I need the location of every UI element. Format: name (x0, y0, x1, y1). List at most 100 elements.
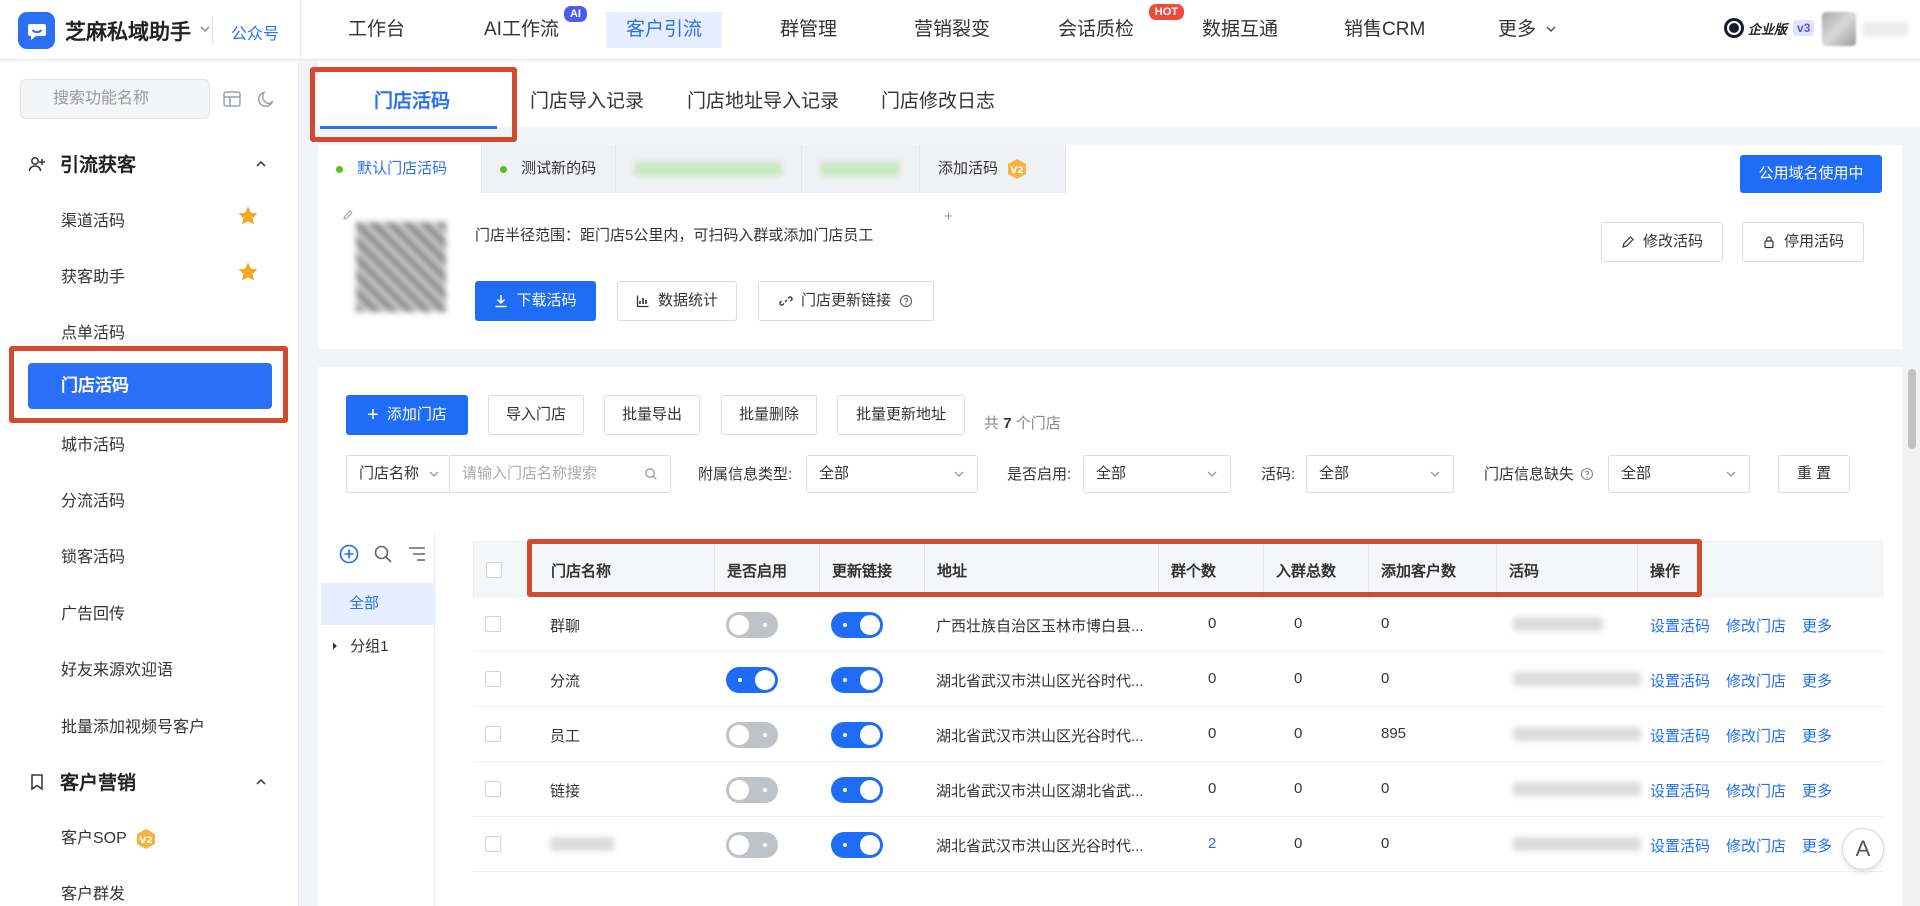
row-checkbox[interactable] (485, 726, 501, 742)
nav-marketing-fission[interactable]: 营销裂变 (894, 12, 1010, 48)
store-update-link-button[interactable]: 门店更新链接 (758, 281, 934, 321)
sidebar-item-welcome-message[interactable]: 好友来源欢迎语 (61, 656, 173, 680)
gzh-link[interactable]: 公众号 (231, 20, 279, 44)
attach-type-select[interactable]: 全部 (806, 455, 978, 493)
enabled-toggle[interactable] (726, 722, 778, 748)
enterprise-badge[interactable]: 企业版 v3 (1724, 18, 1815, 38)
tab-store-code[interactable]: 门店活码 (374, 86, 450, 113)
nav-session-qa[interactable]: 会话质检 HOT (1038, 4, 1185, 48)
more-link[interactable]: 更多 (1802, 780, 1832, 801)
add-code-tab[interactable]: 添加活码 V2 + (920, 145, 1066, 225)
import-store-button[interactable]: 导入门店 (488, 395, 584, 435)
code-tab-blurred[interactable] (616, 145, 802, 193)
update-link-toggle[interactable] (831, 722, 883, 748)
row-checkbox[interactable] (485, 781, 501, 797)
star-icon[interactable] (236, 260, 260, 284)
set-code-link[interactable]: 设置活码 (1650, 835, 1710, 856)
sidebar-item-order-code[interactable]: 点单活码 (61, 319, 125, 343)
modify-store-link[interactable]: 修改门店 (1726, 780, 1786, 801)
search-icon[interactable] (372, 543, 394, 565)
store-name-search-input[interactable]: 请输入门店名称搜索 (449, 455, 671, 493)
enabled-toggle[interactable] (726, 832, 778, 858)
row-checkbox[interactable] (485, 671, 501, 687)
data-stats-button[interactable]: 数据统计 (617, 281, 737, 321)
modify-store-link[interactable]: 修改门店 (1726, 670, 1786, 691)
disable-code-button[interactable]: 停用活码 (1742, 222, 1864, 262)
row-checkbox[interactable] (485, 836, 501, 852)
chevron-up-icon[interactable] (254, 775, 268, 789)
help-icon[interactable] (899, 294, 913, 308)
update-link-toggle[interactable] (831, 667, 883, 693)
star-icon[interactable] (236, 204, 260, 228)
code-tab-default[interactable]: 默认门店活码 (318, 145, 482, 220)
tree-item-all[interactable]: 全部 (321, 583, 435, 625)
search-field-select[interactable]: 门店名称 (346, 455, 448, 493)
update-link-toggle[interactable] (831, 832, 883, 858)
enabled-select[interactable]: 全部 (1083, 455, 1231, 493)
enabled-toggle[interactable] (726, 612, 778, 638)
code-select[interactable]: 全部 (1306, 455, 1454, 493)
more-link[interactable]: 更多 (1802, 725, 1832, 746)
modify-code-button[interactable]: 修改活码 (1601, 222, 1723, 262)
page-scrollbar[interactable] (1904, 367, 1920, 906)
more-link[interactable]: 更多 (1802, 835, 1832, 856)
tab-store-modify-log[interactable]: 门店修改日志 (881, 86, 995, 113)
tree-item-group1[interactable]: 分组1 (330, 635, 389, 656)
sidebar-item-customer-sop[interactable]: 客户SOP V2 (61, 824, 157, 850)
search-input[interactable]: 搜索功能名称 (20, 79, 210, 119)
code-tab-test[interactable]: 测试新的码 (482, 145, 616, 193)
set-code-link[interactable]: 设置活码 (1650, 725, 1710, 746)
chevron-up-icon[interactable] (254, 157, 268, 171)
nav-ai-workflow[interactable]: AI工作流 AI (464, 6, 587, 48)
tab-store-import-records[interactable]: 门店导入记录 (530, 86, 644, 113)
more-link[interactable]: 更多 (1802, 670, 1832, 691)
sidebar-item-ad-callback[interactable]: 广告回传 (61, 600, 125, 624)
info-missing-select[interactable]: 全部 (1608, 455, 1750, 493)
brand[interactable]: 芝麻私域助手 (18, 12, 211, 49)
sidebar-item-customer-broadcast[interactable]: 客户群发 (61, 880, 125, 904)
add-store-button[interactable]: + 添加门店 (346, 395, 468, 435)
enabled-toggle[interactable] (726, 667, 778, 693)
sidebar-group-marketing[interactable]: 客户营销 (28, 768, 136, 795)
modify-store-link[interactable]: 修改门店 (1726, 615, 1786, 636)
sidebar-item-lock-code[interactable]: 锁客活码 (61, 543, 125, 567)
nav-group-management[interactable]: 群管理 (760, 12, 857, 48)
sidebar-item-city-code[interactable]: 城市活码 (61, 431, 125, 455)
set-code-link[interactable]: 设置活码 (1650, 670, 1710, 691)
reset-button[interactable]: 重 置 (1778, 455, 1850, 493)
moon-icon[interactable] (256, 89, 276, 109)
nav-data-sync[interactable]: 数据互通 (1182, 12, 1298, 48)
avatar[interactable] (1822, 12, 1856, 46)
download-code-button[interactable]: 下载活码 (475, 281, 596, 321)
nav-workbench[interactable]: 工作台 (328, 12, 425, 48)
edit-icon[interactable] (342, 209, 354, 221)
select-all-checkbox[interactable] (486, 562, 502, 578)
add-circle-icon[interactable] (338, 543, 360, 565)
nav-sales-crm[interactable]: 销售CRM (1324, 12, 1445, 48)
public-domain-button[interactable]: 公用域名使用中 (1740, 155, 1882, 193)
nav-customer-acquisition[interactable]: 客户引流 (606, 12, 723, 48)
modify-store-link[interactable]: 修改门店 (1726, 725, 1786, 746)
help-icon[interactable] (1580, 467, 1594, 481)
update-link-toggle[interactable] (831, 777, 883, 803)
sidebar-item-batch-add-video[interactable]: 批量添加视频号客户 (61, 713, 205, 737)
sort-icon[interactable] (406, 543, 428, 565)
floating-assistant-button[interactable]: A (1842, 828, 1884, 870)
enabled-toggle[interactable] (726, 777, 778, 803)
group-count[interactable]: 2 (1208, 835, 1216, 852)
tab-address-import-records[interactable]: 门店地址导入记录 (687, 86, 839, 113)
update-link-toggle[interactable] (831, 612, 883, 638)
caret-right-icon[interactable] (330, 641, 340, 651)
nav-more[interactable]: 更多 (1478, 12, 1577, 48)
sidebar-item-acquisition-assistant[interactable]: 获客助手 (61, 263, 125, 287)
chevron-down-icon[interactable] (199, 23, 211, 38)
code-tab-blurred[interactable] (802, 145, 920, 193)
batch-update-address-button[interactable]: 批量更新地址 (837, 395, 965, 435)
set-code-link[interactable]: 设置活码 (1650, 615, 1710, 636)
sidebar-group-acquisition[interactable]: 引流获客 (28, 150, 136, 177)
row-checkbox[interactable] (485, 616, 501, 632)
batch-delete-button[interactable]: 批量删除 (721, 395, 817, 435)
search-icon[interactable] (644, 467, 658, 481)
set-code-link[interactable]: 设置活码 (1650, 780, 1710, 801)
more-link[interactable]: 更多 (1802, 615, 1832, 636)
